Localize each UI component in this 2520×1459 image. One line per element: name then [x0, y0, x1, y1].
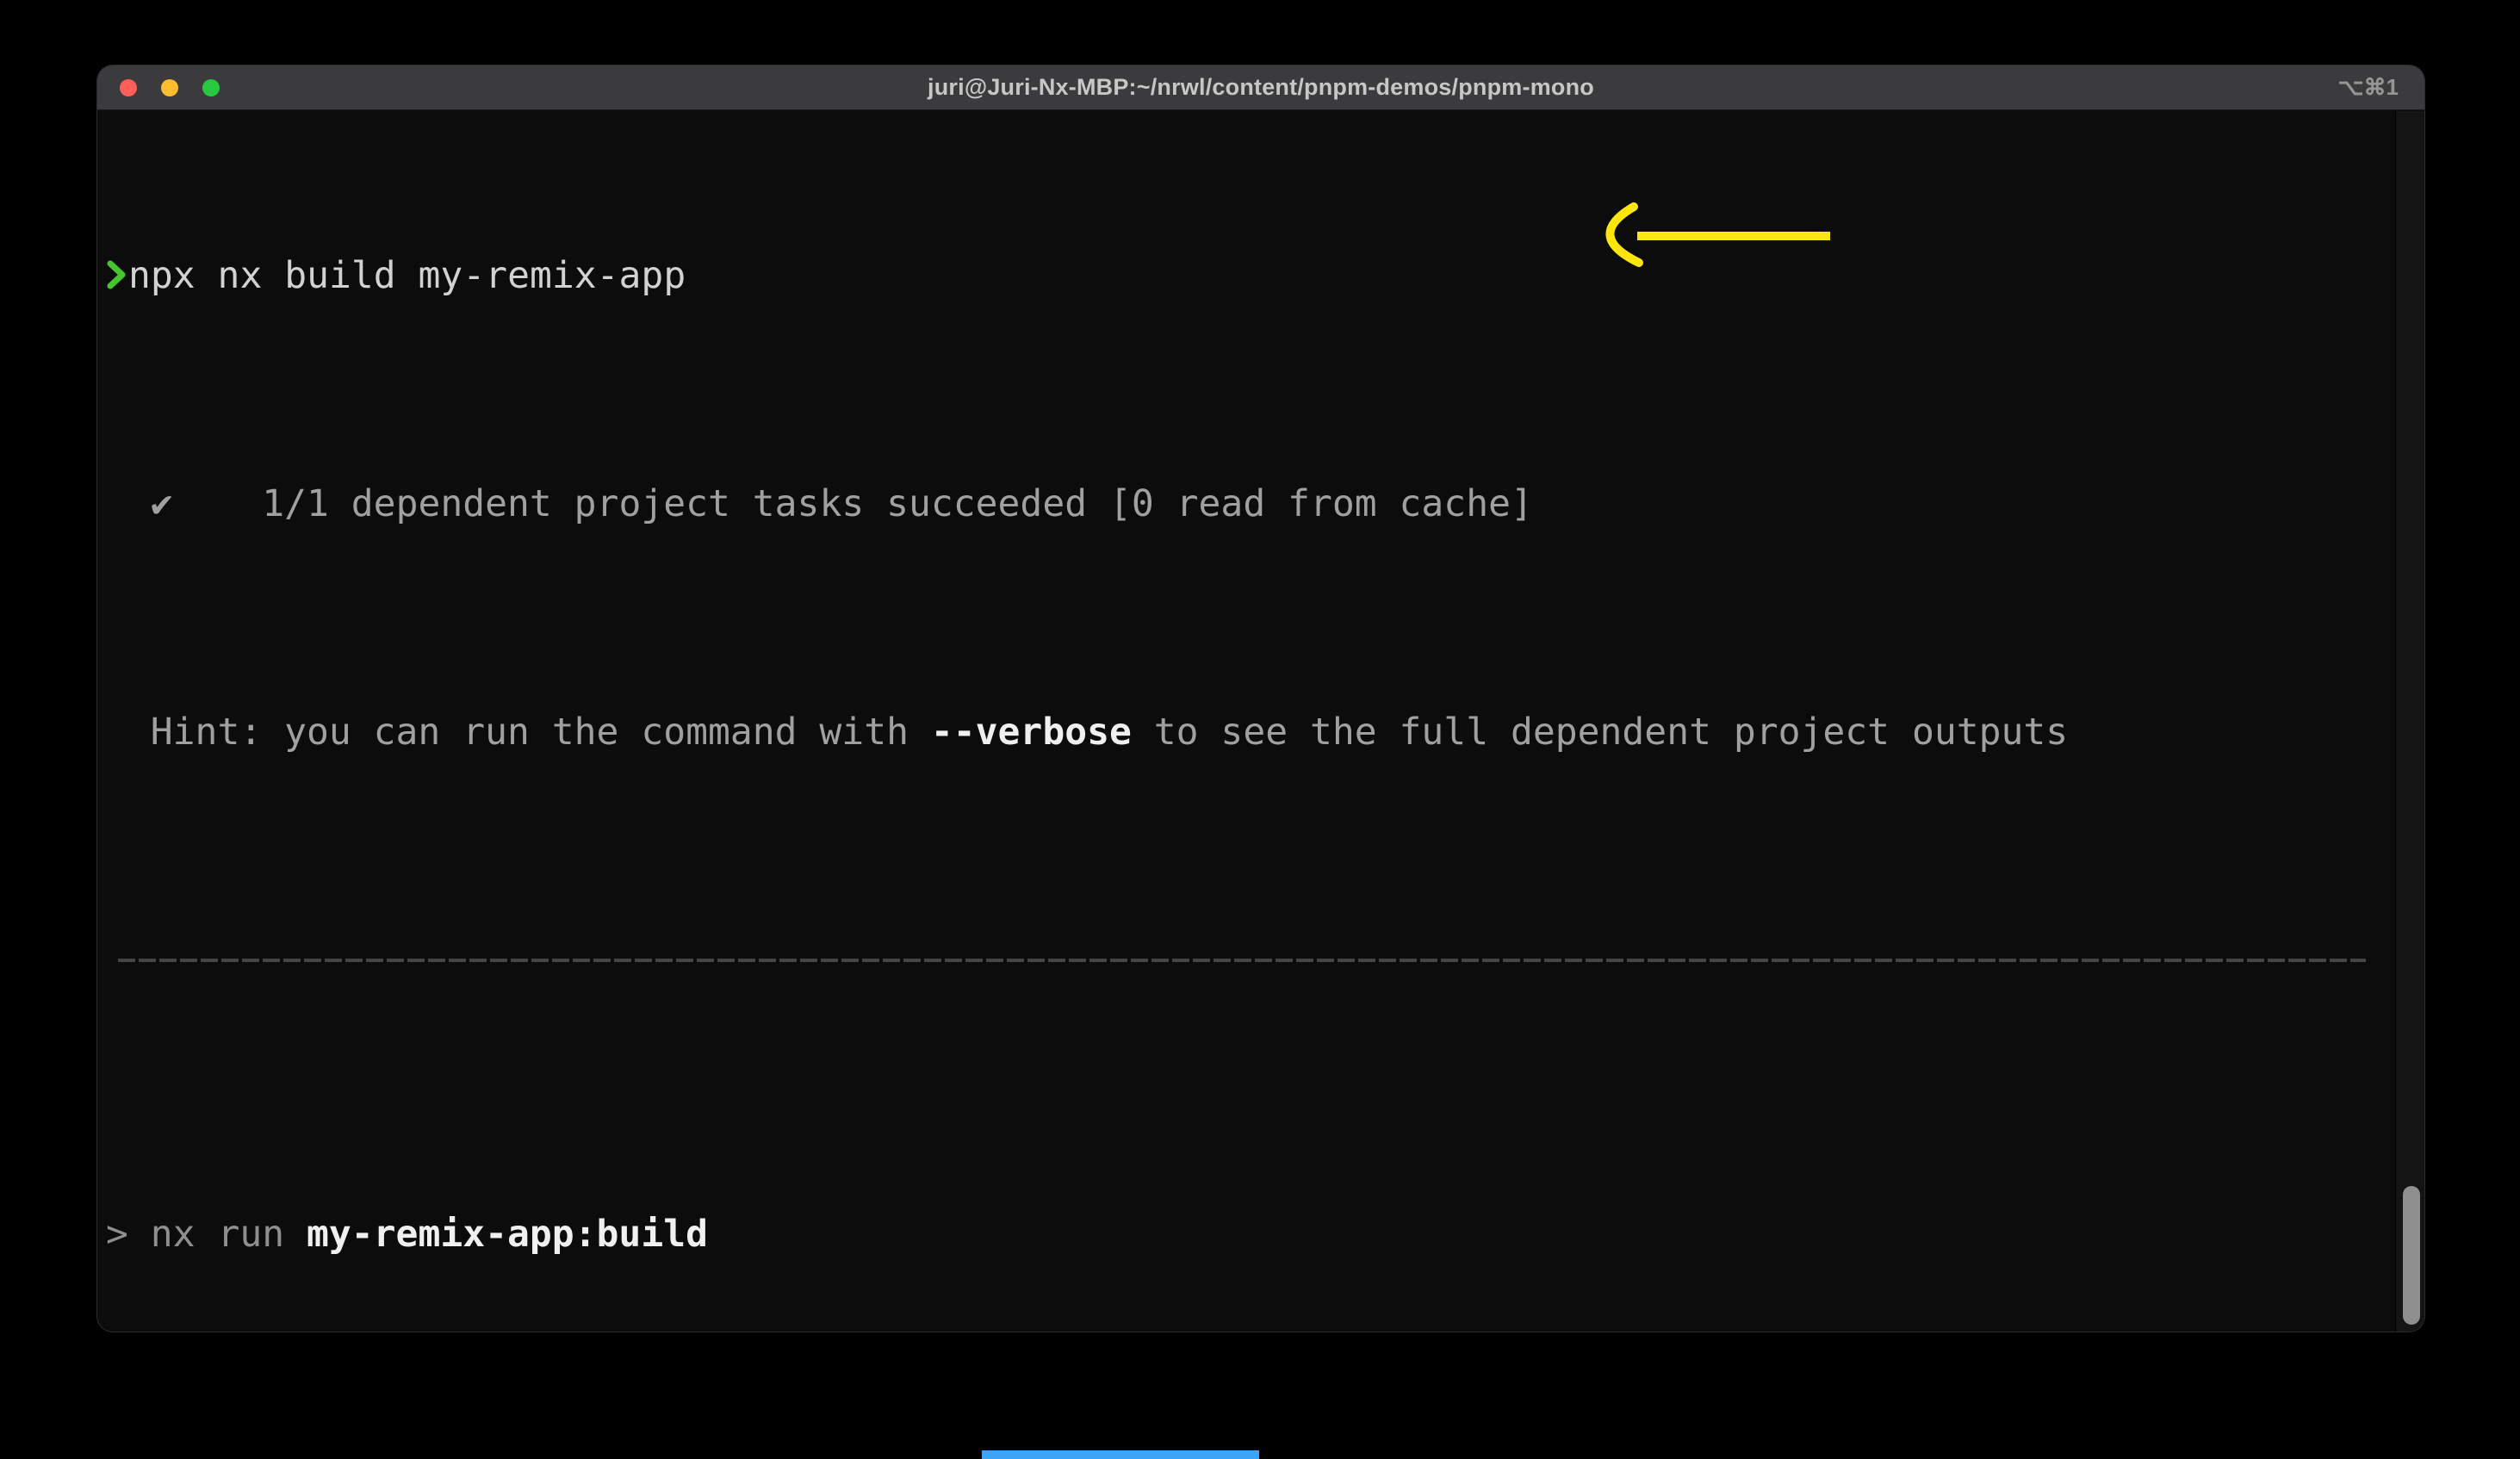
- scrollbar-track[interactable]: [2395, 111, 2424, 1332]
- command-line: npx nx build my-remix-app: [106, 253, 2424, 299]
- nx-run-target: my-remix-app:build: [307, 1213, 708, 1256]
- command-text: npx nx build my-remix-app: [128, 254, 686, 297]
- task-success-text: 1/1 dependent project tasks succeeded [0…: [262, 482, 1533, 525]
- scrollbar-thumb[interactable]: [2403, 1186, 2420, 1325]
- yellow-arrow-annotation: [1580, 196, 1839, 274]
- check-icon: ✔: [151, 482, 173, 525]
- minimize-button[interactable]: [161, 79, 178, 96]
- verbose-flag: --verbose: [931, 711, 1132, 754]
- hint-text-pre: Hint: you can run the command with: [106, 711, 931, 754]
- nx-run-line: > nx run my-remix-app:build: [106, 1212, 2424, 1257]
- indent: [106, 482, 151, 525]
- hint-line: Hint: you can run the command with --ver…: [106, 710, 2424, 755]
- prompt-chevron-icon: [106, 255, 128, 284]
- gap: [173, 482, 263, 525]
- video-progress-fragment: [982, 1450, 1259, 1459]
- terminal-window: juri@Juri-Nx-MBP:~/nrwl/content/pnpm-dem…: [97, 65, 2424, 1332]
- window-title: juri@Juri-Nx-MBP:~/nrwl/content/pnpm-dem…: [928, 74, 1594, 101]
- window-shortcut-hint: ⌥⌘1: [2338, 74, 2399, 101]
- hint-text-post: to see the full dependent project output…: [1132, 711, 2068, 754]
- task-success-line: ✔ 1/1 dependent project tasks succeeded …: [106, 481, 2424, 527]
- zoom-button[interactable]: [202, 79, 220, 96]
- desktop-background: juri@Juri-Nx-MBP:~/nrwl/content/pnpm-dem…: [0, 0, 2520, 1459]
- nx-run-prefix: > nx run: [106, 1213, 307, 1256]
- separator-gray: [106, 938, 2424, 984]
- close-button[interactable]: [120, 79, 137, 96]
- terminal-content[interactable]: npx nx build my-remix-app ✔ 1/1 dependen…: [97, 111, 2424, 1332]
- title-bar[interactable]: juri@Juri-Nx-MBP:~/nrwl/content/pnpm-dem…: [97, 65, 2424, 110]
- traffic-lights: [120, 65, 220, 110]
